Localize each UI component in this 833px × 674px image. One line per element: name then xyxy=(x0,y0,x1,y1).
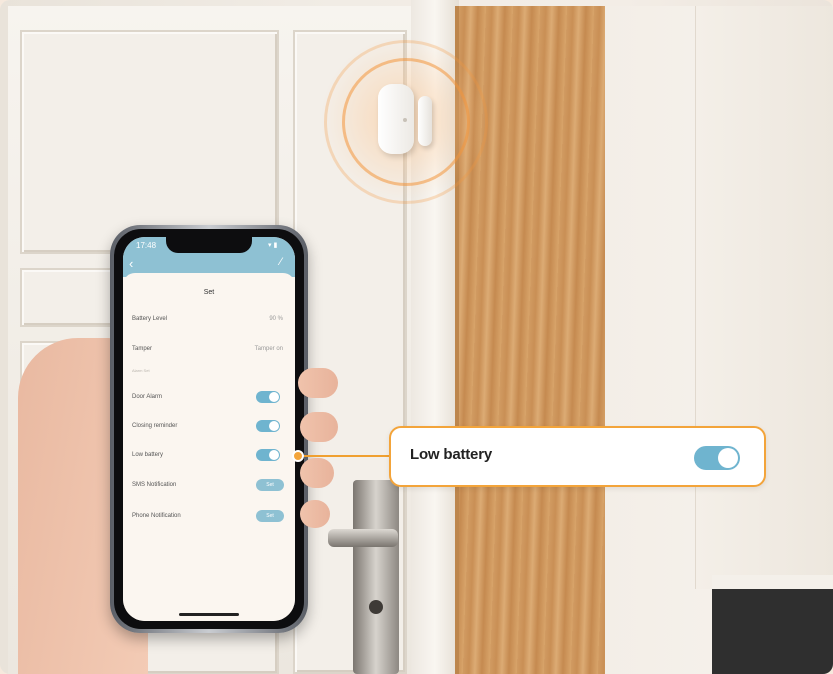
settings-title: Set xyxy=(203,289,215,296)
smartphone: 17:48 ▾ ▮ ‹ ⁄ Set Battery Level 90 % Tam… xyxy=(110,225,308,633)
edit-icon[interactable]: ⁄ xyxy=(280,256,282,269)
alarm-section-label: Alarm Set xyxy=(132,368,150,373)
status-time: 17:48 xyxy=(136,241,157,250)
low-battery-callout: Low battery xyxy=(389,426,766,487)
fireplace xyxy=(712,575,833,674)
door-handle-plate xyxy=(353,480,399,674)
toggle-knob xyxy=(718,448,738,468)
battery-level-value: 90 % xyxy=(269,316,283,322)
phone-screen: 17:48 ▾ ▮ ‹ ⁄ Set Battery Level 90 % Tam… xyxy=(123,237,295,621)
finger xyxy=(300,412,338,442)
closing-reminder-toggle[interactable] xyxy=(256,420,280,432)
finger xyxy=(298,368,338,398)
door-sensor-icon xyxy=(378,84,414,154)
scene: 17:48 ▾ ▮ ‹ ⁄ Set Battery Level 90 % Tam… xyxy=(0,0,833,674)
wall-pillar xyxy=(695,6,833,589)
tamper-value[interactable]: Tamper on xyxy=(255,346,283,352)
low-battery-label: Low battery xyxy=(132,452,164,458)
low-battery-callout-toggle[interactable] xyxy=(694,446,740,470)
low-battery-toggle[interactable] xyxy=(256,449,280,461)
keyhole xyxy=(369,600,383,614)
door-alarm-toggle[interactable] xyxy=(256,391,280,403)
back-arrow-icon[interactable]: ‹ xyxy=(129,257,133,270)
battery-level-label: Battery Level xyxy=(132,316,168,322)
phone-notification-set-button[interactable]: Set xyxy=(256,510,284,522)
door-handle xyxy=(328,529,398,547)
settings-sheet: Set Battery Level 90 % Tamper Tamper on … xyxy=(123,273,295,621)
sensor-magnet xyxy=(418,96,432,146)
toggle-knob xyxy=(269,421,279,431)
tamper-label: Tamper xyxy=(132,346,153,352)
phone-bezel: 17:48 ▾ ▮ ‹ ⁄ Set Battery Level 90 % Tam… xyxy=(114,229,304,629)
phone-notch xyxy=(166,237,252,253)
closing-reminder-label: Closing reminder xyxy=(132,423,178,429)
callout-connector xyxy=(304,455,390,457)
sensor-led xyxy=(403,118,407,122)
callout-label: Low battery xyxy=(410,446,492,463)
home-indicator xyxy=(179,613,239,616)
sms-notification-label: SMS Notification xyxy=(132,482,177,488)
door-alarm-label: Door Alarm xyxy=(132,394,163,400)
door-panel xyxy=(20,30,279,254)
toggle-knob xyxy=(269,450,279,460)
sms-notification-set-button[interactable]: Set xyxy=(256,479,284,491)
toggle-knob xyxy=(269,392,279,402)
callout-dot xyxy=(292,450,304,462)
phone-notification-label: Phone Notification xyxy=(132,513,181,519)
finger xyxy=(300,500,330,528)
finger xyxy=(300,458,334,488)
status-icons: ▾ ▮ xyxy=(268,242,278,249)
